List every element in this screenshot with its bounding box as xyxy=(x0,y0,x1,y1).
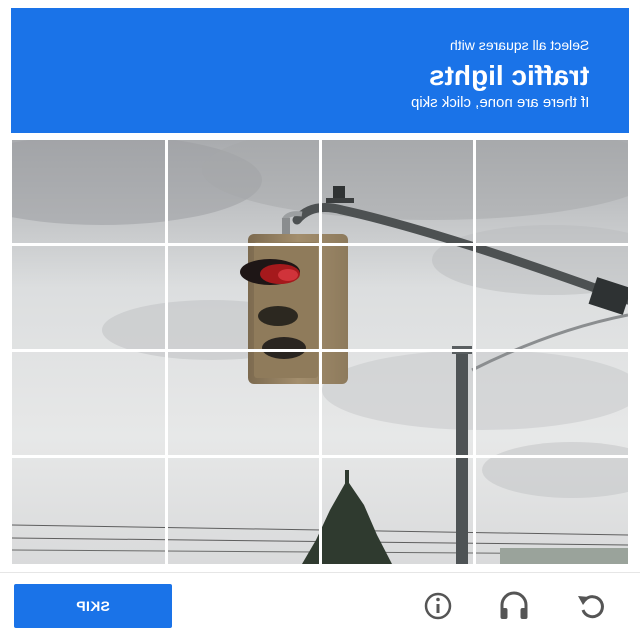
skip-button-label: SKIP xyxy=(76,598,110,614)
grid-divider xyxy=(12,243,628,246)
challenge-header: Select all squares with traffic lights I… xyxy=(11,8,629,133)
grid-tile[interactable] xyxy=(320,352,474,458)
info-icon[interactable] xyxy=(420,588,456,624)
audio-icon[interactable] xyxy=(496,588,532,624)
grid-tile[interactable] xyxy=(474,352,628,458)
instruction-line: Select all squares with xyxy=(449,37,589,53)
image-grid xyxy=(12,140,628,564)
grid-divider xyxy=(473,140,476,564)
reload-icon[interactable] xyxy=(574,588,610,624)
instruction-target: traffic lights xyxy=(428,60,589,91)
grid-tile[interactable] xyxy=(166,140,320,246)
grid-divider xyxy=(319,140,322,564)
footer-divider xyxy=(0,572,640,573)
grid-tile[interactable] xyxy=(320,246,474,352)
grid-tile[interactable] xyxy=(474,246,628,352)
grid-tile[interactable] xyxy=(166,458,320,564)
grid-tile[interactable] xyxy=(12,458,166,564)
grid-tile[interactable] xyxy=(166,352,320,458)
grid-tile[interactable] xyxy=(320,458,474,564)
grid-divider xyxy=(12,349,628,352)
grid-tile[interactable] xyxy=(320,140,474,246)
grid-divider xyxy=(165,140,168,564)
grid-tile[interactable] xyxy=(12,140,166,246)
instruction-hint: If there are none, click skip xyxy=(410,94,589,111)
grid-tile[interactable] xyxy=(474,140,628,246)
grid-tile[interactable] xyxy=(12,352,166,458)
grid-tile[interactable] xyxy=(474,458,628,564)
grid-divider xyxy=(12,455,628,458)
grid-tile[interactable] xyxy=(166,246,320,352)
grid-tile[interactable] xyxy=(12,246,166,352)
skip-button[interactable]: SKIP xyxy=(14,584,172,628)
